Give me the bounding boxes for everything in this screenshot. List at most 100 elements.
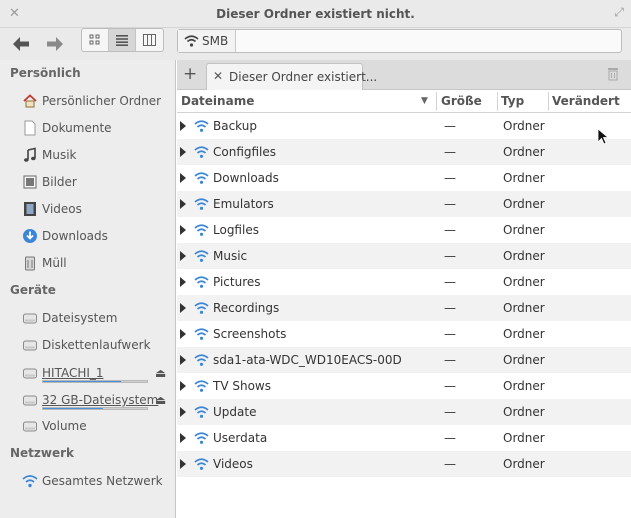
file-list: Backup — Ordner Configfiles — Ordner Downloads… — [177, 113, 631, 477]
trash-icon[interactable] — [607, 67, 619, 81]
expand-arrow-icon[interactable] — [180, 199, 186, 209]
table-row[interactable]: Backup — Ordner — [177, 113, 631, 139]
column-name[interactable]: Dateiname — [181, 94, 254, 108]
column-modified[interactable]: Verändert — [552, 94, 620, 108]
file-name: Backup — [213, 119, 257, 133]
table-row[interactable]: Emulators — Ordner — [177, 191, 631, 217]
sidebar-item-32gb[interactable]: 32 GB-Dateisystem ⏏ — [0, 388, 176, 412]
file-type: Ordner — [503, 431, 545, 445]
eject-icon[interactable]: ⏏ — [155, 366, 166, 380]
icon-view-button[interactable] — [82, 29, 109, 51]
expand-arrow-icon[interactable] — [180, 173, 186, 183]
sidebar-item-filesystem[interactable]: Dateisystem — [0, 306, 176, 330]
file-type: Ordner — [503, 301, 545, 315]
expand-arrow-icon[interactable] — [180, 381, 186, 391]
table-row[interactable]: Music — Ordner — [177, 243, 631, 269]
column-view-button[interactable] — [136, 29, 163, 51]
table-row[interactable]: Recordings — Ordner — [177, 295, 631, 321]
arrow-right-icon — [47, 37, 63, 51]
expand-arrow-icon[interactable] — [180, 407, 186, 417]
list-icon — [116, 35, 128, 46]
column-separator[interactable] — [548, 92, 549, 111]
section-network: Netzwerk — [10, 446, 75, 460]
table-row[interactable]: TV Shows — Ordner — [177, 373, 631, 399]
sidebar-item-music[interactable]: Musik — [0, 143, 176, 167]
table-row[interactable]: Logfiles — Ordner — [177, 217, 631, 243]
sidebar-item-label: Bilder — [42, 175, 77, 189]
file-type: Ordner — [503, 119, 545, 133]
path-bar[interactable]: SMB — [177, 29, 622, 53]
sidebar-item-network[interactable]: Gesamtes Netzwerk — [0, 469, 176, 493]
expand-arrow-icon[interactable] — [180, 459, 186, 469]
file-name: Pictures — [213, 275, 261, 289]
file-name: Music — [213, 249, 248, 263]
sidebar-item-home[interactable]: Persönlicher Ordner — [0, 89, 176, 113]
sidebar-item-floppy[interactable]: Diskettenlaufwerk — [0, 333, 176, 357]
new-tab-button[interactable]: + — [183, 64, 197, 84]
maximize-icon[interactable]: ⤢ — [614, 5, 624, 20]
table-row[interactable]: sda1-ata-WDC_WD10EACS-00D — Ordner — [177, 347, 631, 373]
expand-arrow-icon[interactable] — [180, 303, 186, 313]
file-type: Ordner — [503, 405, 545, 419]
table-row[interactable]: Screenshots — Ordner — [177, 321, 631, 347]
floppy-icon — [23, 340, 37, 351]
sidebar-item-label: Müll — [42, 256, 67, 270]
sidebar-item-volume[interactable]: Volume — [0, 414, 176, 438]
expand-arrow-icon[interactable] — [180, 329, 186, 339]
columns-icon — [143, 34, 156, 46]
file-name: Configfiles — [213, 145, 277, 159]
file-type: Ordner — [503, 145, 545, 159]
sidebar-item-label: Volume — [42, 419, 87, 433]
disk-usage-bar — [42, 380, 148, 383]
expand-arrow-icon[interactable] — [180, 251, 186, 261]
sidebar-item-documents[interactable]: Dokumente — [0, 116, 176, 140]
file-size: — — [444, 119, 456, 133]
tab-current[interactable]: ✕ Dieser Ordner existiert... — [206, 63, 377, 90]
file-size: — — [444, 197, 456, 211]
arrow-left-icon — [13, 37, 29, 51]
table-row[interactable]: Pictures — Ordner — [177, 269, 631, 295]
close-tab-icon[interactable]: ✕ — [213, 69, 223, 83]
view-switcher — [81, 28, 164, 52]
sidebar-item-downloads[interactable]: Downloads — [0, 224, 176, 248]
sort-descending-icon[interactable]: ▼ — [421, 96, 428, 106]
sidebar-item-hitachi[interactable]: HITACHI_1 ⏏ — [0, 361, 176, 385]
back-button[interactable] — [8, 32, 34, 56]
sidebar-item-pictures[interactable]: Bilder — [0, 170, 176, 194]
sidebar-item-label: Dokumente — [42, 121, 112, 135]
section-personal: Persönlich — [10, 66, 81, 80]
disk-usage-fill — [43, 408, 104, 409]
table-row[interactable]: Configfiles — Ordner — [177, 139, 631, 165]
forward-button[interactable] — [42, 32, 68, 56]
expand-arrow-icon[interactable] — [180, 147, 186, 157]
file-size: — — [444, 431, 456, 445]
pictures-icon — [23, 175, 37, 189]
network-folder-icon — [194, 198, 209, 210]
column-type[interactable]: Typ — [501, 94, 524, 108]
mouse-cursor-icon — [597, 128, 609, 145]
expand-arrow-icon[interactable] — [180, 355, 186, 365]
drive-icon — [23, 395, 37, 406]
expand-arrow-icon[interactable] — [180, 433, 186, 443]
expand-arrow-icon[interactable] — [180, 225, 186, 235]
drive-icon — [23, 313, 37, 324]
column-separator[interactable] — [497, 92, 498, 111]
title-bar: ✕ Dieser Ordner existiert nicht. ⤢ — [0, 0, 631, 28]
table-row[interactable]: Videos — Ordner — [177, 451, 631, 477]
list-view-button[interactable] — [109, 29, 136, 51]
eject-icon[interactable]: ⏏ — [155, 393, 166, 407]
table-row[interactable]: Update — Ordner — [177, 399, 631, 425]
expand-arrow-icon[interactable] — [180, 121, 186, 131]
table-row[interactable]: Downloads — Ordner — [177, 165, 631, 191]
file-name: Downloads — [213, 171, 279, 185]
sidebar-item-videos[interactable]: Videos — [0, 197, 176, 221]
column-size[interactable]: Größe — [441, 94, 482, 108]
file-size: — — [444, 327, 456, 341]
file-type: Ordner — [503, 275, 545, 289]
expand-arrow-icon[interactable] — [180, 277, 186, 287]
sidebar-item-trash[interactable]: Müll — [0, 251, 176, 275]
table-row[interactable]: Userdata — Ordner — [177, 425, 631, 451]
column-separator[interactable] — [436, 92, 437, 111]
breadcrumb-smb[interactable]: SMB — [178, 30, 236, 52]
video-icon — [24, 202, 36, 216]
